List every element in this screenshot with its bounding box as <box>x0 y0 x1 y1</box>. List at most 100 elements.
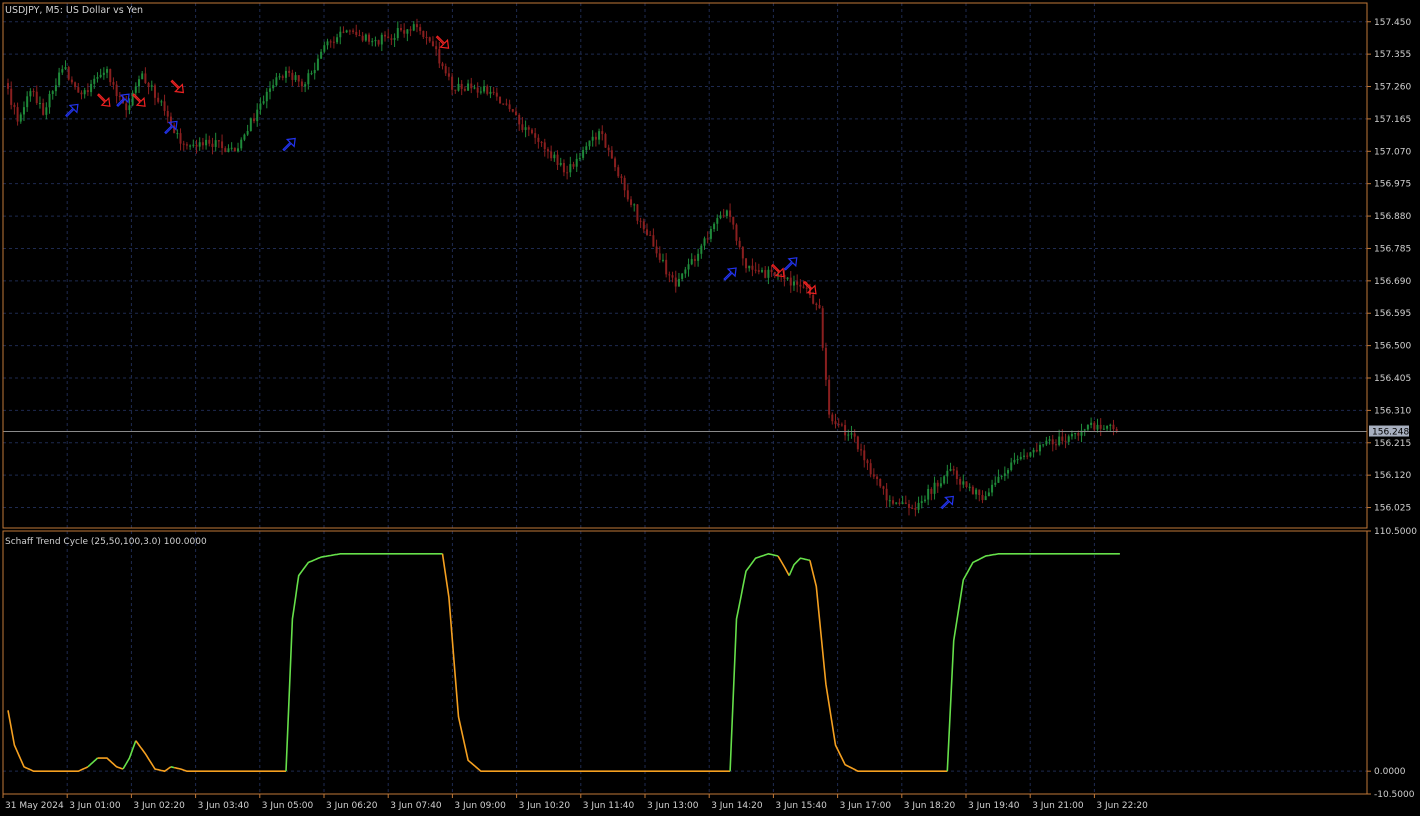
candle-body <box>965 481 968 487</box>
candle-body <box>137 79 140 87</box>
candle-body <box>863 450 866 461</box>
candle-body <box>457 83 460 91</box>
candle-body <box>198 142 201 147</box>
candle-body <box>511 109 514 112</box>
candle-body <box>594 136 597 140</box>
candle-body <box>674 277 677 287</box>
candle-body <box>460 83 463 89</box>
time-axis[interactable]: 31 May 2024 3 Jun 01:00 3 Jun 02:20 3 Jun 0… <box>2 794 1148 811</box>
candle-body <box>582 150 585 158</box>
buy-arrow-icon <box>65 103 79 118</box>
candle-body <box>67 67 70 80</box>
candle-body <box>195 144 198 147</box>
candle-body <box>639 220 642 222</box>
price-tick-label: 156.500 <box>1374 342 1411 352</box>
candle-body <box>872 474 875 477</box>
candle-body <box>936 482 939 487</box>
candle-body <box>489 91 492 94</box>
sell-arrow-icon <box>435 35 450 49</box>
candle-body <box>332 41 335 43</box>
candle-body <box>1109 424 1112 426</box>
candle-body <box>288 70 291 73</box>
sell-arrow-icon <box>97 93 111 107</box>
candle-body <box>722 215 725 217</box>
candle-body <box>1048 439 1051 441</box>
candle-body <box>93 78 96 84</box>
candle-body <box>112 82 115 85</box>
candle-body <box>86 90 89 93</box>
candle-body <box>792 281 795 286</box>
price-tick-label: 157.450 <box>1374 18 1411 28</box>
candle-body <box>824 347 827 380</box>
buy-arrow-icon <box>783 257 798 271</box>
indicator-axis[interactable]: 110.5000 0.0000 -10.5000 <box>1367 527 1417 800</box>
candle-body <box>505 103 508 105</box>
price-tick-label: 156.785 <box>1374 244 1411 254</box>
candle-body <box>821 308 824 348</box>
candle-body <box>524 127 527 130</box>
candle-body <box>144 73 147 83</box>
candle-body <box>310 73 313 75</box>
candle-body <box>658 253 661 260</box>
candle-body <box>473 87 476 89</box>
candle-body <box>898 502 901 504</box>
candle-body <box>192 144 195 146</box>
candle-body <box>13 104 16 108</box>
candle-body <box>885 488 888 501</box>
price-tick-label: 156.025 <box>1374 504 1411 514</box>
candle-body <box>598 131 601 140</box>
candle-body <box>467 83 470 91</box>
time-tick-label: 3 Jun 09:00 <box>454 801 506 811</box>
candle-body <box>499 96 502 104</box>
candle-body <box>96 77 99 79</box>
candle-body <box>981 494 984 501</box>
candle-body <box>655 246 658 254</box>
candle-body <box>419 27 422 31</box>
candle-body <box>294 75 297 80</box>
candle-body <box>1045 440 1048 445</box>
price-axis[interactable]: 157.450 157.355 157.260 157.165 157.070 156.9… <box>1367 18 1411 514</box>
candle-body <box>585 146 588 151</box>
trading-chart[interactable]: 157.450 157.355 157.260 157.165 157.070 156.9… <box>0 0 1420 816</box>
candle-body <box>939 483 942 487</box>
candle-body <box>1090 422 1093 425</box>
candle-body <box>412 24 415 31</box>
candle-body <box>281 76 284 78</box>
candle-body <box>106 69 109 73</box>
candle-body <box>253 118 256 122</box>
indicator-pane-frame <box>2 530 1368 795</box>
candle-body <box>284 70 287 78</box>
price-tick-label: 157.165 <box>1374 115 1411 125</box>
candle-body <box>799 284 802 287</box>
candle-body <box>831 414 834 422</box>
candle-body <box>518 114 521 125</box>
candle-body <box>550 151 553 159</box>
candle-body <box>578 157 581 159</box>
candle-body <box>623 177 626 191</box>
indicator-grid <box>2 531 1367 794</box>
candle-body <box>1007 470 1010 474</box>
time-tick-label: 3 Jun 05:00 <box>262 801 314 811</box>
candle-body <box>630 199 633 205</box>
candle-body <box>1026 455 1029 457</box>
candle-body <box>291 72 294 80</box>
time-tick-label: 3 Jun 06:20 <box>326 801 378 811</box>
candle-body <box>431 41 434 47</box>
candle-body <box>189 145 192 147</box>
indicator-label: Schaff Trend Cycle (25,50,100,3.0) 100.0… <box>5 537 207 547</box>
stc-oscillator-line <box>7 552 1120 773</box>
buy-arrow-icon <box>282 137 296 152</box>
candle-body <box>262 101 265 104</box>
candle-body <box>1003 473 1006 476</box>
candle-body <box>556 154 559 165</box>
candle-body <box>1106 425 1109 429</box>
stc-falling-segment <box>173 766 286 773</box>
candle-body <box>150 85 153 87</box>
candle-body <box>141 73 144 80</box>
candle-body <box>336 37 339 43</box>
candle-body <box>671 275 674 278</box>
candle-body <box>971 486 974 495</box>
stc-falling-segment <box>7 710 89 773</box>
candle-body <box>1093 422 1096 430</box>
candle-body <box>729 210 732 217</box>
